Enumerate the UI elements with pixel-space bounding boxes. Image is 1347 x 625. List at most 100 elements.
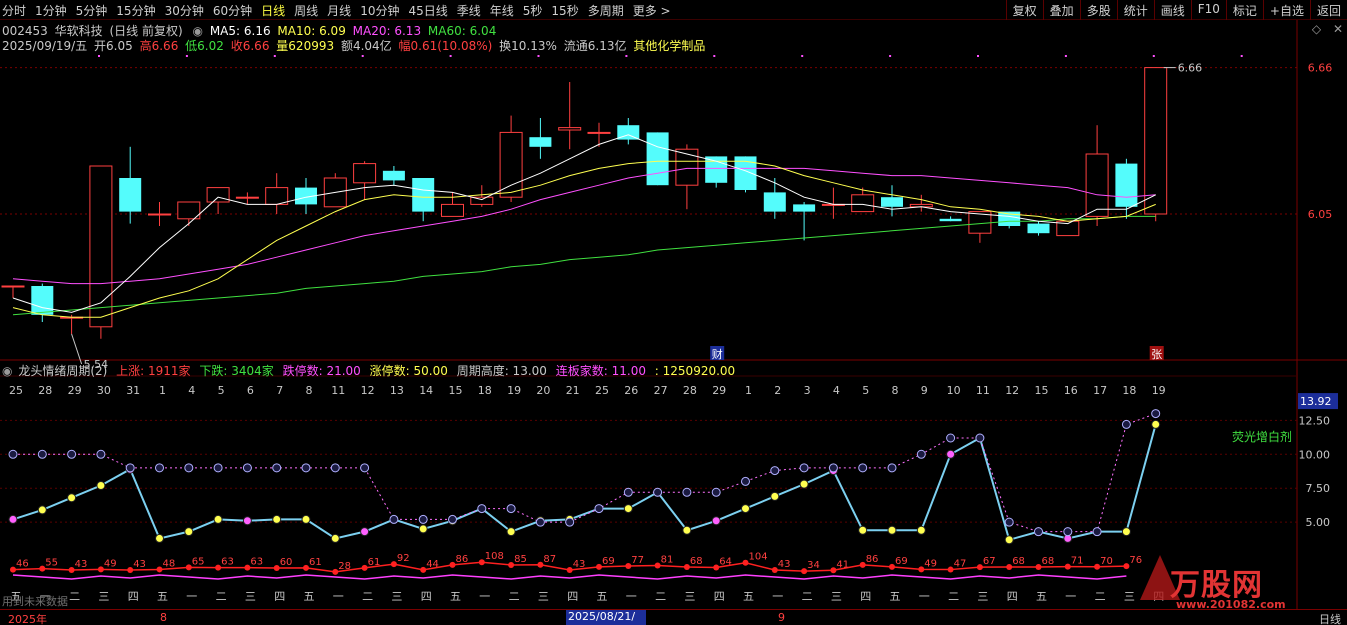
sentiment-node [301, 514, 311, 524]
board-count-label: 77 [631, 555, 644, 566]
cycle-height-node [975, 433, 985, 443]
top-marker-dot [361, 55, 364, 57]
weekday-label: 四 [128, 590, 139, 603]
cycle-height-node [330, 463, 340, 473]
board-count-label: 71 [1071, 556, 1084, 567]
sentiment-node [1004, 535, 1014, 545]
day-label: 19 [507, 384, 521, 397]
cursor-date: 2025/08/21/四 [566, 610, 646, 625]
cycle-height-node [418, 514, 428, 524]
weekday-label: 四 [274, 590, 285, 603]
board-count-label: 104 [749, 552, 768, 563]
board-count-label: 64 [719, 557, 732, 568]
cycle-height-node [301, 463, 311, 473]
sentiment-node [242, 516, 252, 526]
cycle-height-node [96, 449, 106, 459]
board-count-label: 55 [45, 558, 58, 569]
weekday-label: 一 [186, 590, 197, 603]
board-count-label: 108 [485, 551, 504, 562]
day-label: 29 [68, 384, 82, 397]
event-limit-label: 张 [1151, 348, 1162, 361]
weekday-label: 三 [98, 590, 109, 603]
cycle-height-node [535, 517, 545, 527]
day-label: 13 [390, 384, 404, 397]
cycle-height-node [1121, 419, 1131, 429]
collapse-icon[interactable]: ◉ [2, 364, 12, 378]
board-count: 连板家数: 11.00 [555, 364, 646, 378]
weekday-label: 二 [1095, 590, 1106, 603]
top-marker-dot [1064, 55, 1067, 57]
day-label: 12 [1005, 384, 1019, 397]
sentiment-node [946, 449, 956, 459]
candle-body-down [1115, 163, 1138, 207]
weekday-label: 四 [1007, 590, 1018, 603]
weekday-label: 三 [684, 590, 695, 603]
sentiment-node [360, 527, 370, 537]
top-marker-dot [625, 55, 628, 57]
sentiment-node [67, 493, 77, 503]
board-count-label: 43 [778, 559, 791, 570]
day-label: 15 [449, 384, 463, 397]
weekday-label: 二 [509, 590, 520, 603]
candle-body-up [265, 187, 289, 205]
weekday-label: 四 [567, 590, 578, 603]
board-count-label: 85 [514, 554, 527, 565]
sentiment-node [916, 525, 926, 535]
candle-body-down [793, 204, 816, 212]
fluorescent-label: 荧光增白剂 [1232, 430, 1293, 444]
cycle-height-node [1063, 527, 1073, 537]
day-label: 9 [921, 384, 928, 397]
weekday-label: 五 [890, 590, 901, 603]
day-label: 28 [38, 384, 52, 397]
board-count-label: 43 [133, 559, 146, 570]
board-count-label: 65 [192, 556, 205, 567]
board-count-label: 60 [280, 557, 293, 568]
sentiment-node [1151, 419, 1161, 429]
weekday-label: 二 [655, 590, 666, 603]
candle-body-down [646, 132, 669, 186]
top-marker-dot [889, 55, 892, 57]
weekday-label: 五 [1036, 590, 1047, 603]
indicator-name[interactable]: 龙头情绪周期(2) [18, 364, 107, 378]
day-label: 1 [745, 384, 752, 397]
month-9-label: 9 [778, 611, 785, 624]
board-count-label: 63 [221, 557, 234, 568]
board-count-label: 68 [1012, 556, 1025, 567]
cycle-height-node [477, 504, 487, 514]
candle-body-down [31, 286, 54, 315]
sentiment-node [418, 524, 428, 534]
cycle-height: 周期高度: 13.00 [456, 364, 547, 378]
weekday-label: 二 [948, 590, 959, 603]
board-count-label: 86 [456, 554, 469, 565]
board-count-label: 41 [836, 559, 849, 570]
top-marker-dot [977, 55, 979, 57]
candle-body-up [558, 127, 582, 131]
weekday-label: 二 [216, 590, 227, 603]
cycle-height-node [623, 487, 633, 497]
cycle-height-node [1004, 517, 1014, 527]
day-label: 16 [1064, 384, 1078, 397]
day-label: 25 [9, 384, 23, 397]
day-label: 15 [1035, 384, 1049, 397]
sentiment-node [1121, 527, 1131, 537]
date-axis-bar[interactable]: 2025年 8 2025/08/21/四 9 日线 [0, 609, 1347, 625]
weekday-label: 二 [802, 590, 813, 603]
cycle-height-node [448, 514, 457, 524]
weekday-label: 四 [714, 590, 725, 603]
candle-body-up [148, 213, 171, 216]
board-count-label: 68 [1042, 556, 1055, 567]
weekday-label: 三 [538, 590, 549, 603]
board-count-label: 34 [807, 560, 820, 571]
candle-body-down [705, 156, 728, 183]
weekday-label: 二 [69, 590, 80, 603]
day-label: 7 [276, 384, 283, 397]
cycle-height-node [770, 466, 780, 476]
cycle-height-node [653, 487, 663, 497]
board-count-label: 69 [602, 556, 615, 567]
candle-body-down [412, 178, 435, 212]
candle-body-up [587, 131, 611, 134]
day-label: 27 [654, 384, 668, 397]
day-label: 25 [595, 384, 609, 397]
up-count: 上涨: 1911家 [116, 364, 191, 378]
kline-chart[interactable]: 6.666.056.665.54财 张25 28 29 30 31 1 4 5 6 7 8 11 12 13… [0, 0, 1347, 609]
